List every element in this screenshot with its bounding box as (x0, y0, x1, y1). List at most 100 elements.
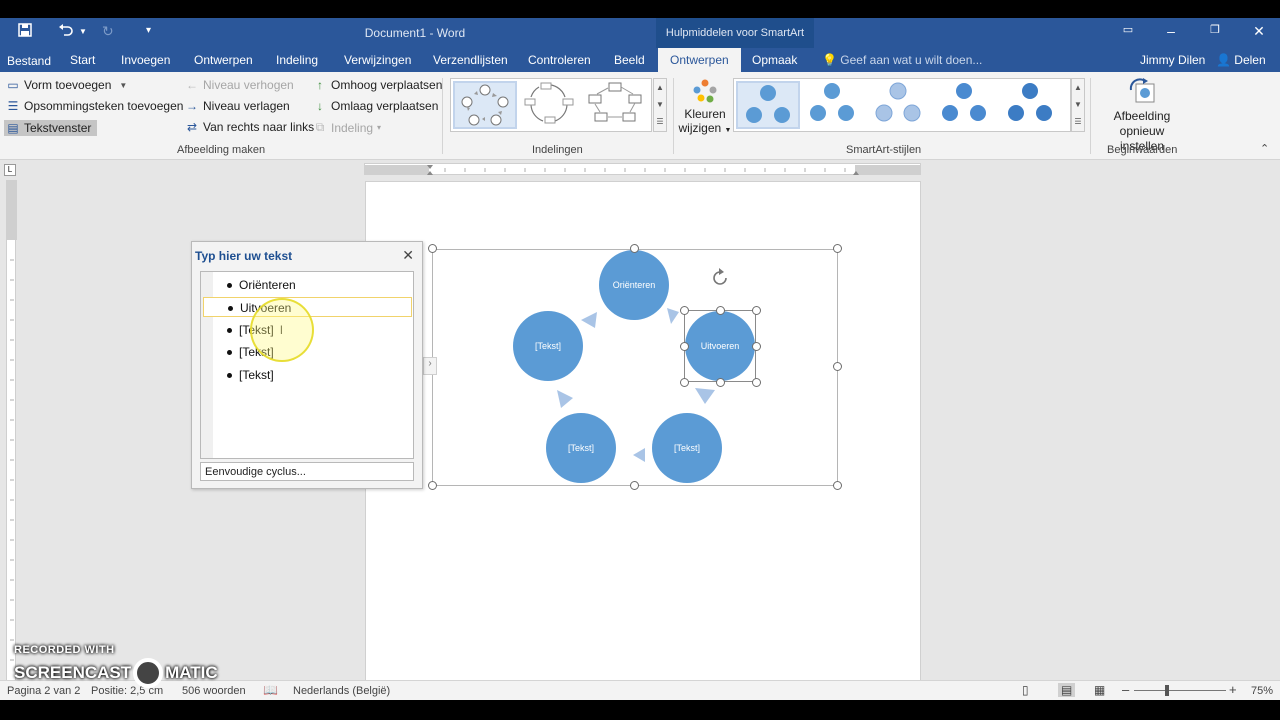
bullet-icon (227, 283, 232, 288)
text-pane-toggle-icon[interactable]: › (423, 357, 437, 375)
layout-description-link[interactable]: Eenvoudige cyclus... (200, 462, 414, 481)
smartart-node-text-3[interactable]: [Tekst] (652, 413, 722, 483)
smartart-node-orienteren[interactable]: Oriënteren (599, 250, 669, 320)
reset-label-1: Afbeelding (1113, 109, 1171, 123)
move-up-button[interactable]: ↑ Omhoog verplaatsen (313, 78, 442, 92)
user-name[interactable]: Jimmy Dilen (1140, 53, 1205, 67)
text-pane-list: Oriënteren Uitvoeren [Tekst] I [Tekst] [T… (200, 271, 414, 459)
style-thumbnail[interactable] (736, 81, 800, 129)
tab-format[interactable]: Opmaak (752, 53, 797, 67)
styles-gallery-scroll[interactable]: ▲ ▼ ☰ (1071, 78, 1085, 132)
zoom-slider[interactable] (1134, 690, 1226, 691)
text-pane-button[interactable]: ▤ Tekstvenster (4, 120, 98, 136)
cycle-arrow (695, 388, 715, 404)
frame-resize-handle[interactable] (630, 244, 639, 253)
smartart-node-text-4[interactable]: [Tekst] (546, 413, 616, 483)
tab-mailings[interactable]: Verzendlijsten (433, 53, 508, 67)
layout-label: Indeling (331, 120, 374, 135)
title-bar: ▼ ↻ ▾ Document1 - Word Hulpmiddelen voor… (0, 18, 1280, 48)
move-down-button[interactable]: ↓ Omlaag verplaatsen (313, 99, 438, 113)
tab-view[interactable]: Beeld (614, 53, 645, 67)
group-label-layouts: Indelingen (532, 144, 583, 156)
read-mode-icon[interactable]: ▯ (1022, 683, 1029, 697)
add-bullet-label: Opsommingsteken toevoegen (24, 99, 184, 113)
group-label-reset: Beginwaarden (1107, 144, 1178, 156)
rotate-handle-icon[interactable] (709, 267, 731, 289)
text-pane-label: Tekstvenster (24, 121, 92, 135)
zoom-out-icon[interactable]: – (1122, 682, 1129, 697)
tab-references[interactable]: Verwijzingen (344, 53, 411, 67)
demote-button[interactable]: → Niveau verlagen (185, 99, 290, 113)
vertical-ruler: L (0, 160, 20, 680)
frame-resize-handle[interactable] (428, 481, 437, 490)
text-pane-item[interactable]: [Tekst] (203, 365, 412, 385)
close-icon[interactable]: ✕ (402, 247, 414, 264)
collapse-ribbon-icon[interactable]: ⌃ (1260, 142, 1269, 155)
smartart-node-text-5[interactable]: [Tekst] (513, 311, 583, 381)
restore-icon[interactable]: ❐ (1200, 23, 1230, 36)
frame-resize-handle[interactable] (833, 481, 842, 490)
reset-graphic-icon (1129, 78, 1155, 103)
frame-resize-handle[interactable] (428, 244, 437, 253)
vertical-ruler-bar (6, 180, 17, 680)
tell-me-search[interactable]: 💡 Geef aan wat u wilt doen... (822, 53, 982, 67)
screen-bottom-border (0, 700, 1280, 720)
smartart-frame[interactable]: Oriënteren Uitvoeren [Tekst] [Tekst] [Te… (432, 249, 838, 486)
style-thumbnail[interactable] (1000, 81, 1064, 129)
layout-text-cycle[interactable] (519, 81, 583, 129)
text-pane-item[interactable]: Oriënteren (203, 275, 412, 295)
layout-basic-cycle[interactable] (453, 81, 517, 129)
zoom-slider-thumb[interactable] (1165, 685, 1169, 696)
proofing-icon[interactable]: 📖 (263, 683, 278, 697)
node-resize-handle[interactable] (716, 378, 725, 387)
layout-dropdown[interactable]: ⧉ Indeling ▾ (313, 120, 381, 135)
arrow-up-icon: ↑ (317, 78, 323, 92)
frame-resize-handle[interactable] (833, 244, 842, 253)
promote-button[interactable]: ← Niveau verhogen (185, 78, 294, 92)
tab-review[interactable]: Controleren (528, 53, 591, 67)
node-resize-handle[interactable] (752, 306, 761, 315)
print-layout-icon[interactable]: ▤ (1058, 683, 1076, 697)
text-pane-icon: ▤ (7, 121, 19, 135)
ribbon-display-icon[interactable]: ▭ (1113, 23, 1143, 36)
share-button[interactable]: 👤 Delen (1216, 53, 1266, 67)
right-to-left-button[interactable]: ⇄ Van rechts naar links (185, 120, 314, 134)
language-indicator[interactable]: Nederlands (België) (293, 685, 390, 697)
zoom-level[interactable]: 75% (1251, 685, 1273, 697)
node-resize-handle[interactable] (680, 342, 689, 351)
swap-icon: ⇄ (186, 120, 198, 134)
tab-design[interactable]: Ontwerpen (194, 53, 253, 67)
frame-resize-handle[interactable] (833, 362, 842, 371)
share-label: Delen (1234, 53, 1266, 67)
layouts-gallery-scroll[interactable]: ▲ ▼ ☰ (653, 78, 667, 132)
add-bullet-button[interactable]: ☰ Opsommingsteken toevoegen (6, 99, 184, 113)
cycle-arrow (581, 312, 597, 328)
change-colors-label-1: Kleuren (684, 107, 726, 121)
node-resize-handle[interactable] (680, 378, 689, 387)
node-resize-handle[interactable] (752, 342, 761, 351)
web-layout-icon[interactable]: ▦ (1094, 683, 1105, 697)
cycle-arrow (557, 390, 573, 408)
tab-insert[interactable]: Invoegen (121, 53, 170, 67)
style-thumbnail[interactable] (934, 81, 998, 129)
tab-selector-icon[interactable]: L (4, 164, 16, 176)
style-thumbnail[interactable] (802, 81, 866, 129)
tab-file[interactable]: Bestand (7, 54, 51, 68)
group-separator (1090, 78, 1091, 154)
reset-graphic-button[interactable]: Afbeelding opnieuw instellen (1096, 76, 1188, 153)
node-resize-handle[interactable] (716, 306, 725, 315)
close-window-icon[interactable]: ✕ (1244, 23, 1274, 40)
layout-block-cycle[interactable] (585, 81, 649, 129)
node-resize-handle[interactable] (680, 306, 689, 315)
frame-resize-handle[interactable] (630, 481, 639, 490)
tab-smartart-design[interactable]: Ontwerpen (658, 48, 741, 72)
minimize-icon[interactable]: – (1156, 23, 1186, 39)
cursor-highlight (250, 298, 314, 362)
style-thumbnail[interactable] (868, 81, 932, 129)
change-colors-button[interactable]: Kleuren wijzigen ▼ (678, 78, 732, 144)
tab-start[interactable]: Start (70, 53, 95, 67)
zoom-in-icon[interactable]: + (1229, 682, 1237, 697)
add-shape-button[interactable]: ▭ Vorm toevoegen ▼ (6, 78, 127, 92)
tab-layout[interactable]: Indeling (276, 53, 318, 67)
node-resize-handle[interactable] (752, 378, 761, 387)
